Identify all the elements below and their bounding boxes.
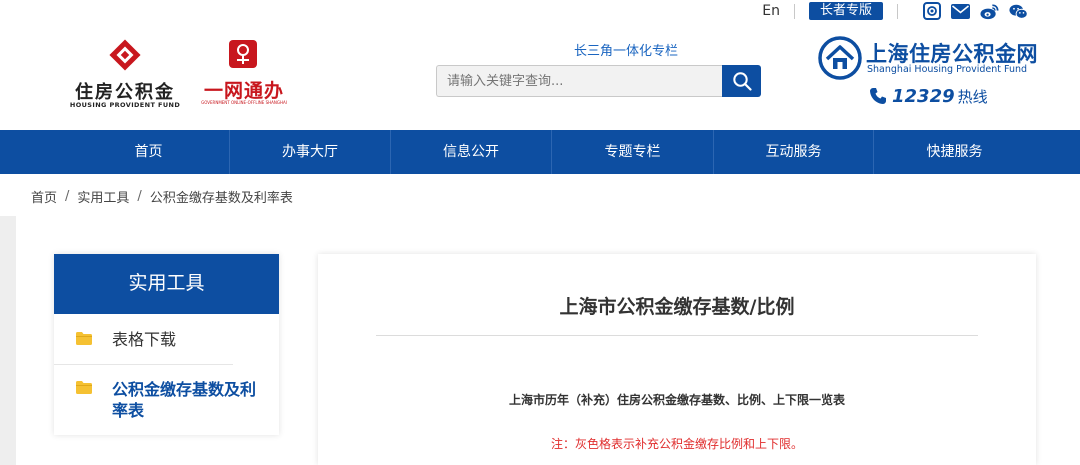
folder-icon [76,332,92,345]
house-emblem-icon [818,36,862,80]
breadcrumb-separator: / [137,188,142,204]
nav-item-service-hall[interactable]: 办事大厅 [230,130,390,174]
phone-icon [870,88,886,104]
sidebar-item-label: 公积金缴存基数及利率表 [112,380,257,420]
search-input[interactable] [436,65,722,97]
sidebar-divider [54,364,233,365]
app-icon[interactable] [922,2,941,21]
wechat-icon[interactable] [1009,2,1028,21]
breadcrumb-separator: / [65,188,70,204]
title-divider [376,335,978,336]
main-content-card: 上海市公积金缴存基数/比例 上海市历年（补充）住房公积金缴存基数、比例、上下限一… [318,254,1036,465]
nav-item-home[interactable]: 首页 [68,130,229,174]
folder-icon [76,381,92,394]
search-button[interactable] [722,65,761,97]
yrd-integration-link[interactable]: 长三角一体化专栏 [436,40,816,59]
language-switch-link[interactable]: En [762,3,780,19]
main-nav: 首页 办事大厅 信息公开 专题专栏 互动服务 快捷服务 [0,130,1080,174]
breadcrumb-current: 公积金缴存基数及利率表 [149,190,293,206]
weibo-icon[interactable] [980,2,999,21]
table-subtitle: 上海市历年（补充）住房公积金缴存基数、比例、上下限一览表 [508,393,845,407]
nav-item-interactive-service[interactable]: 互动服务 [714,130,873,174]
utility-divider [897,3,898,19]
table-note: 注：灰色格表示补充公积金缴存比例和上下限。 [550,437,803,451]
elderly-mode-button[interactable]: 长者专版 [808,2,883,20]
ywtb-logo[interactable]: 一网通办 GOVERNMENT ONLINE-OFFLINE SHANGHAI [198,36,290,108]
sidebar: 实用工具 表格下载 公积金缴存基数及利率表 [54,254,279,435]
page-title: 上海市公积金缴存基数/比例 [559,296,795,318]
utility-divider [793,3,795,19]
nav-item-info-disclosure[interactable]: 信息公开 [391,130,551,174]
breadcrumb-tools[interactable]: 实用工具 [77,187,129,206]
hotline-number: 12329 [892,85,955,107]
sidebar-item-contribution-rate-table[interactable]: 公积金缴存基数及利率表 [54,364,279,435]
search-bar [436,65,761,97]
breadcrumb: 首页 / 实用工具 / 公积金缴存基数及利率表 [31,186,293,206]
hotline-label: 热线 [957,87,988,106]
ywtb-logo-cn: 一网通办 [203,80,284,102]
breadcrumb-home[interactable]: 首页 [31,187,57,206]
nav-item-special-topics[interactable]: 专题专栏 [552,130,713,174]
hpf-logo-en: HOUSING PROVIDENT FUND [69,101,181,109]
search-icon [732,72,752,91]
shanghai-hpf-logo-en: Shanghai Housing Provident Fund [867,64,1028,75]
sidebar-title: 实用工具 [54,254,279,314]
top-utility-bar: En 长者专版 [762,0,1028,22]
mail-icon[interactable] [951,2,970,21]
ywtb-logo-en: GOVERNMENT ONLINE-OFFLINE SHANGHAI [201,100,287,105]
sidebar-item-form-download[interactable]: 表格下载 [54,314,279,364]
shanghai-hpf-logo[interactable]: 上海住房公积金网 Shanghai Housing Provident Fund [818,36,1038,80]
hpf-emblem-icon [109,39,141,71]
housing-provident-fund-logo[interactable]: 住房公积金 HOUSING PROVIDENT FUND [66,36,184,110]
nav-item-quick-service[interactable]: 快捷服务 [874,130,1035,174]
hotline: 12329 热线 [868,84,988,108]
ywtb-emblem-icon [229,40,257,68]
sidebar-item-label: 表格下载 [112,330,177,349]
